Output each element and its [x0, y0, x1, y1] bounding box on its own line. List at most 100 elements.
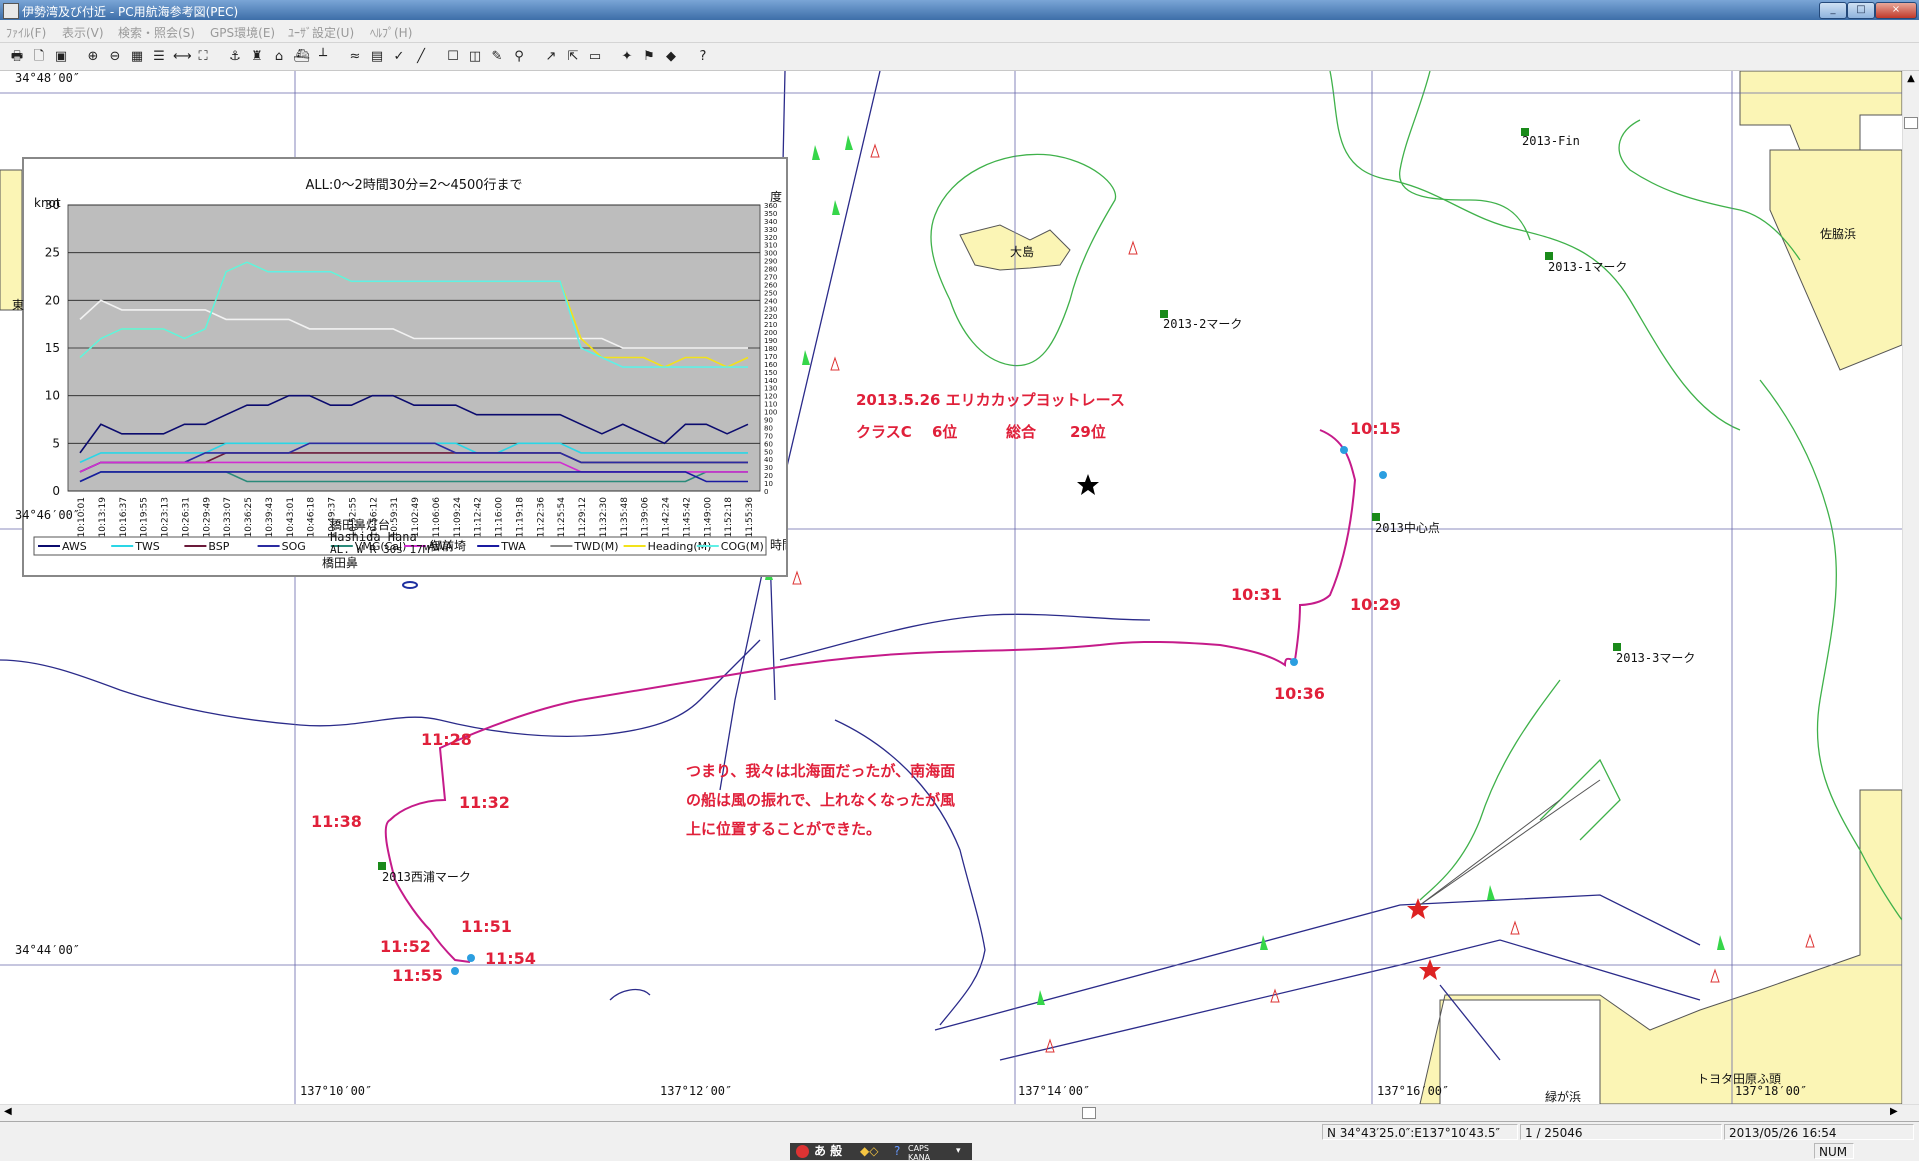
table-icon[interactable]: ▤	[368, 47, 386, 65]
line-icon[interactable]: ╱	[412, 47, 430, 65]
ime-tool-icon[interactable]: ◆◇	[860, 1143, 878, 1160]
place-cape: 御前埼	[430, 539, 467, 553]
x-tick-label: 11:39:06	[641, 497, 651, 538]
mark-nishiura[interactable]: 2013西浦マーク	[382, 868, 471, 885]
route-icon[interactable]: ⛶	[194, 47, 212, 65]
time-label: 11:51	[461, 917, 512, 936]
minimize-button[interactable]: _	[1819, 2, 1847, 19]
y-tick-label-right: 140	[764, 377, 777, 385]
area-icon[interactable]: ◫	[466, 47, 484, 65]
menu-help[interactable]: ﾍﾙﾌﾟ(H)	[370, 24, 412, 41]
time-label: 11:55	[392, 966, 443, 985]
horizontal-scrollbar[interactable]: ◀ ▶	[0, 1104, 1919, 1122]
ime-toolbar[interactable]: あ 般 ◆◇ ? CAPS KANA ▾	[790, 1143, 972, 1162]
place-east: 東	[12, 298, 25, 312]
zoom-in-icon[interactable]: ⊕	[84, 47, 102, 65]
hscroll-thumb[interactable]	[1082, 1107, 1096, 1119]
print-icon[interactable]: 🖶	[8, 47, 26, 65]
help-icon[interactable]: ?	[694, 47, 712, 65]
ime-mode[interactable]: あ 般	[814, 1143, 842, 1160]
land-toyota	[1419, 789, 1902, 1104]
maximize-button[interactable]: □	[1847, 2, 1875, 19]
mark-1[interactable]: 2013-1マーク	[1548, 258, 1627, 275]
y-tick-label-right: 360	[764, 202, 777, 210]
y-tick-label-right: 200	[764, 329, 777, 337]
pier-icon[interactable]: ┴	[314, 47, 332, 65]
menu-user-settings[interactable]: ﾕｰｻﾞ設定(U)	[288, 24, 354, 41]
comment-icon[interactable]: ☐	[444, 47, 462, 65]
tool-icon[interactable]: ✦	[618, 47, 636, 65]
mark-2[interactable]: 2013-2マーク	[1163, 315, 1242, 332]
flag-icon[interactable]: ⚑	[640, 47, 658, 65]
status-bar: N 34°43′25.0″:E137°10′43.5″ 1 / 25046 20…	[0, 1121, 1919, 1143]
ime-icon[interactable]	[796, 1145, 809, 1158]
time-label: 11:32	[459, 793, 510, 812]
zoom-out-icon[interactable]: ⊖	[106, 47, 124, 65]
app-icon[interactable]	[3, 3, 19, 19]
y-tick-label-right: 20	[764, 472, 773, 480]
ship-icon[interactable]: ⛴	[292, 47, 310, 65]
time-label: 10:36	[1274, 684, 1325, 703]
y-tick-label-right: 90	[764, 417, 773, 425]
pencil-icon[interactable]: ✎	[488, 47, 506, 65]
x-tick-label: 10:39:43	[265, 497, 275, 537]
y-tick-label-right: 110	[764, 401, 777, 409]
line-chart: ALL:0～2時間30分=2～4500行までknot度時間05101520253…	[33, 178, 786, 556]
y-tick-label-right: 80	[764, 424, 773, 432]
lon-label-2: 137°12′00″	[660, 1084, 733, 1098]
track-icon[interactable]: ↗	[542, 47, 560, 65]
close-button[interactable]: ×	[1875, 2, 1917, 19]
menu-view[interactable]: 表示(V)	[62, 24, 104, 41]
nautical-chart[interactable]: ALL:0～2時間30分=2～4500行までknot度時間05101520253…	[0, 71, 1902, 1104]
menu-search[interactable]: 検索・照会(S)	[118, 24, 195, 41]
x-axis-label: 時間	[770, 538, 786, 552]
y-tick-label-right: 250	[764, 289, 777, 297]
vertical-scrollbar[interactable]: ▲	[1902, 71, 1919, 1104]
comment-line-3: 上に位置することができた。	[686, 820, 882, 838]
anchor-icon[interactable]: ⚓	[226, 47, 244, 65]
grid-icon[interactable]: ▦	[128, 47, 146, 65]
chart-panel[interactable]: ALL:0～2時間30分=2～4500行までknot度時間05101520253…	[22, 157, 788, 577]
cursor-icon[interactable]: ⇱	[564, 47, 582, 65]
x-tick-label: 11:19:18	[515, 497, 525, 538]
ime-help-icon[interactable]: ?	[894, 1143, 900, 1160]
chart-icon[interactable]: ▣	[52, 47, 70, 65]
layer-icon[interactable]: ☰	[150, 47, 168, 65]
scroll-up-icon[interactable]: ▲	[1904, 73, 1918, 87]
scroll-left-icon[interactable]: ◀	[4, 1106, 12, 1117]
tide-icon[interactable]: ≈	[346, 47, 364, 65]
scroll-right-icon[interactable]: ▶	[1890, 1106, 1898, 1117]
x-tick-label: 10:46:18	[307, 497, 317, 538]
lat-label-3: 34°44′00″	[15, 943, 81, 957]
place-midorigahama: 緑が浜	[1545, 1090, 1582, 1104]
harbor-icon[interactable]: ⌂	[270, 47, 288, 65]
lon-label-3: 137°14′00″	[1018, 1084, 1091, 1098]
title-bar: 伊勢湾及び付近 - PC用航海参考図(PEC) _ □ ×	[0, 0, 1919, 20]
marker-icon[interactable]: ◆	[662, 47, 680, 65]
mark-center[interactable]: 2013中心点	[1375, 519, 1440, 536]
mark-3[interactable]: 2013-3マーク	[1616, 649, 1695, 666]
window-icon[interactable]: ▭	[586, 47, 604, 65]
map-scale: 1 / 25046	[1520, 1124, 1722, 1140]
mark-fin[interactable]: 2013-Fin	[1522, 134, 1580, 148]
ruler-icon[interactable]: ⟷	[172, 47, 192, 65]
x-tick-label: 11:49:00	[703, 497, 713, 538]
search-icon[interactable]: ⚲	[510, 47, 528, 65]
y-tick-label-right: 190	[764, 337, 777, 345]
y-tick-label-right: 180	[764, 345, 777, 353]
y-tick-label-right: 30	[764, 464, 773, 472]
print-preview-icon[interactable]: 🗋	[30, 47, 48, 65]
x-tick-label: 11:45:42	[682, 497, 692, 537]
ime-options-icon[interactable]: ▾	[956, 1143, 961, 1160]
vscroll-thumb[interactable]	[1904, 117, 1918, 129]
menu-file[interactable]: ﾌｧｲﾙ(F)	[6, 24, 46, 41]
buoy-icon[interactable]: ♜	[248, 47, 266, 65]
y-tick-label-right: 260	[764, 281, 777, 289]
waypoint-icon[interactable]: ✓	[390, 47, 408, 65]
place-sawarahama: 佐脇浜	[1820, 227, 1857, 241]
time-label: 11:38	[311, 812, 362, 831]
y-tick-label-right: 210	[764, 321, 777, 329]
menu-gps[interactable]: GPS環境(E)	[210, 24, 275, 41]
time-label: 10:29	[1350, 595, 1401, 614]
y-tick-label-right: 60	[764, 440, 773, 448]
